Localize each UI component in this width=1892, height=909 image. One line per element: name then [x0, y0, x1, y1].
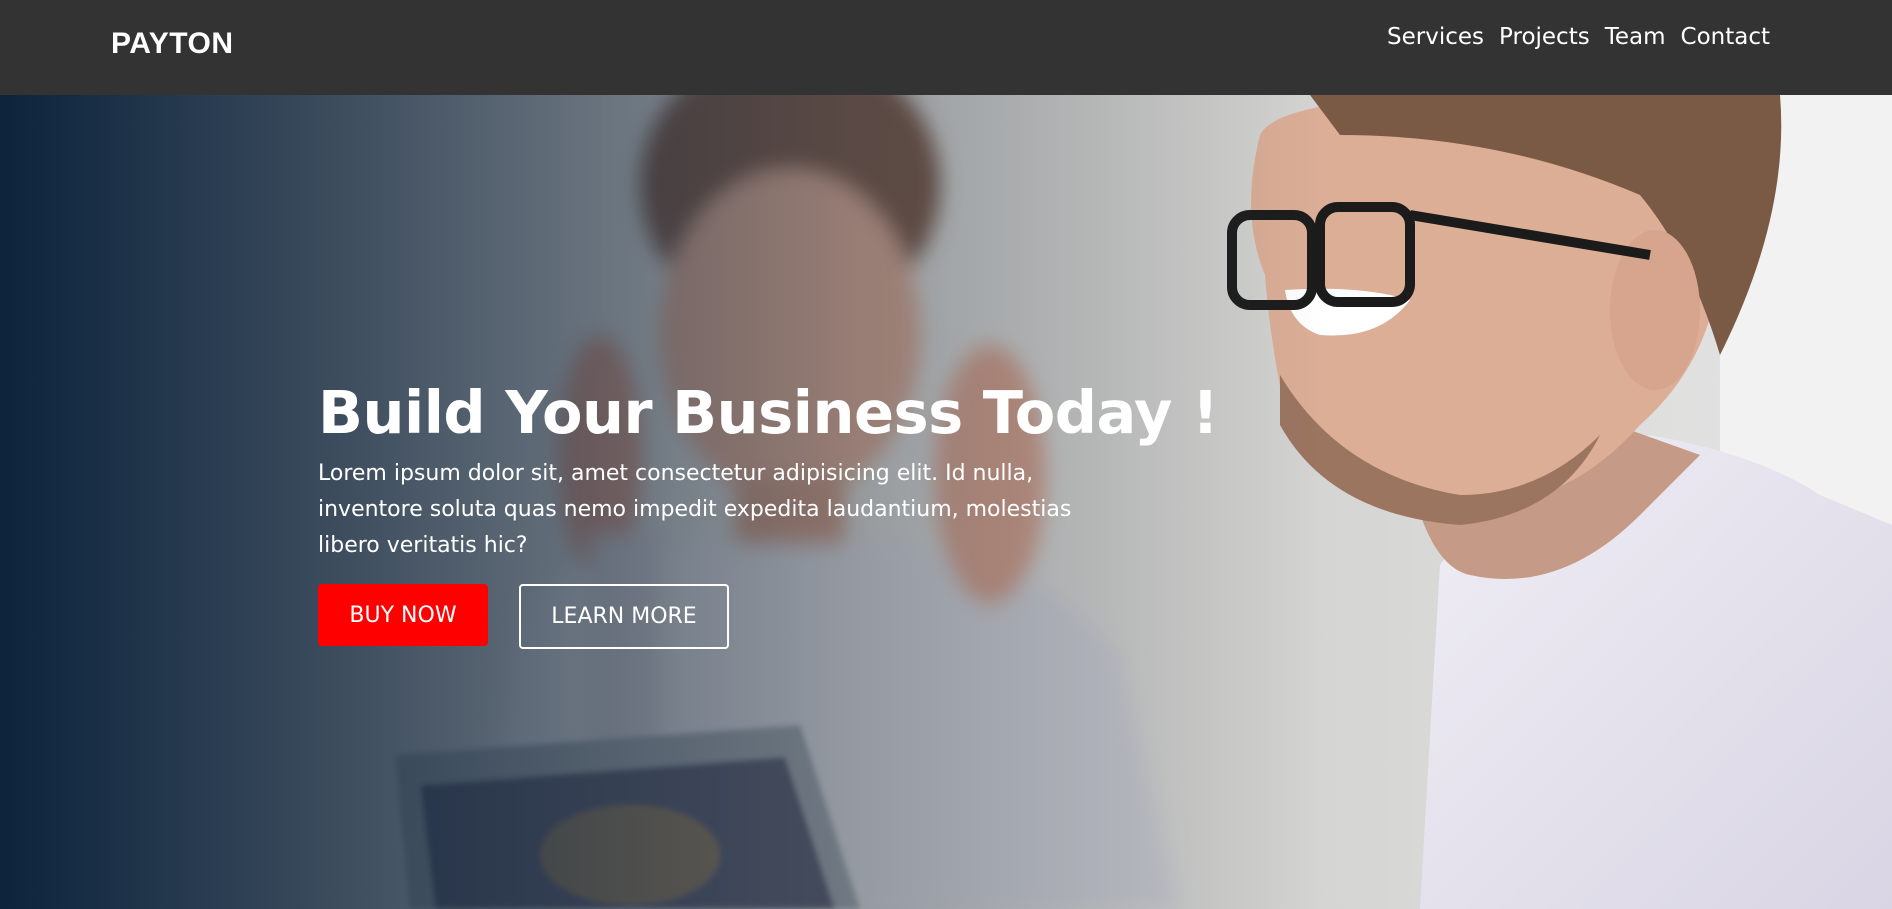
nav-link-contact[interactable]: Contact	[1681, 24, 1770, 50]
brand-logo[interactable]: PAYTON	[111, 27, 234, 61]
nav-link-team[interactable]: Team	[1605, 24, 1666, 50]
nav-link-services[interactable]: Services	[1387, 24, 1484, 50]
hero-description: Lorem ipsum dolor sit, amet consectetur …	[318, 461, 1072, 558]
navbar: PAYTON Services Projects Team Contact	[0, 0, 1892, 95]
learn-more-button[interactable]: LEARN MORE	[519, 584, 729, 649]
hero-title: Build Your Business Today !	[318, 378, 1219, 447]
buy-now-button[interactable]: BUY NOW	[318, 584, 488, 646]
nav-link-projects[interactable]: Projects	[1499, 24, 1590, 50]
nav-menu: Services Projects Team Contact	[1387, 24, 1770, 50]
hero-content: Build Your Business Today ! Lorem ipsum …	[318, 378, 1219, 649]
hero-section: Build Your Business Today ! Lorem ipsum …	[0, 95, 1892, 909]
hero-buttons: BUY NOW LEARN MORE	[318, 584, 1118, 649]
